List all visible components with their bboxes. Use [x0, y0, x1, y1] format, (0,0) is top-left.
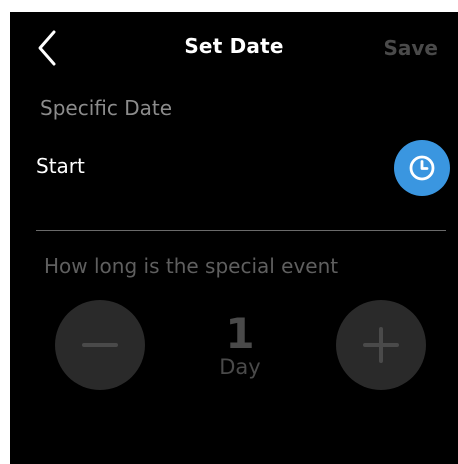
increase-button[interactable]: [336, 300, 426, 390]
section-label: Specific Date: [40, 96, 173, 120]
divider: [36, 230, 446, 231]
start-label: Start: [36, 154, 85, 178]
set-date-screen: Set Date Save Specific Date Start How lo…: [10, 12, 458, 464]
save-button[interactable]: Save: [383, 36, 438, 60]
plus-icon: [363, 327, 399, 363]
clock-icon: [409, 155, 435, 181]
duration-question: How long is the special event: [44, 254, 339, 278]
decrease-button[interactable]: [55, 300, 145, 390]
start-time-button[interactable]: [394, 140, 450, 196]
duration-unit: Day: [219, 355, 261, 379]
start-row: Start: [10, 140, 458, 196]
duration-value: 1: [225, 309, 255, 358]
minus-icon: [82, 343, 118, 347]
